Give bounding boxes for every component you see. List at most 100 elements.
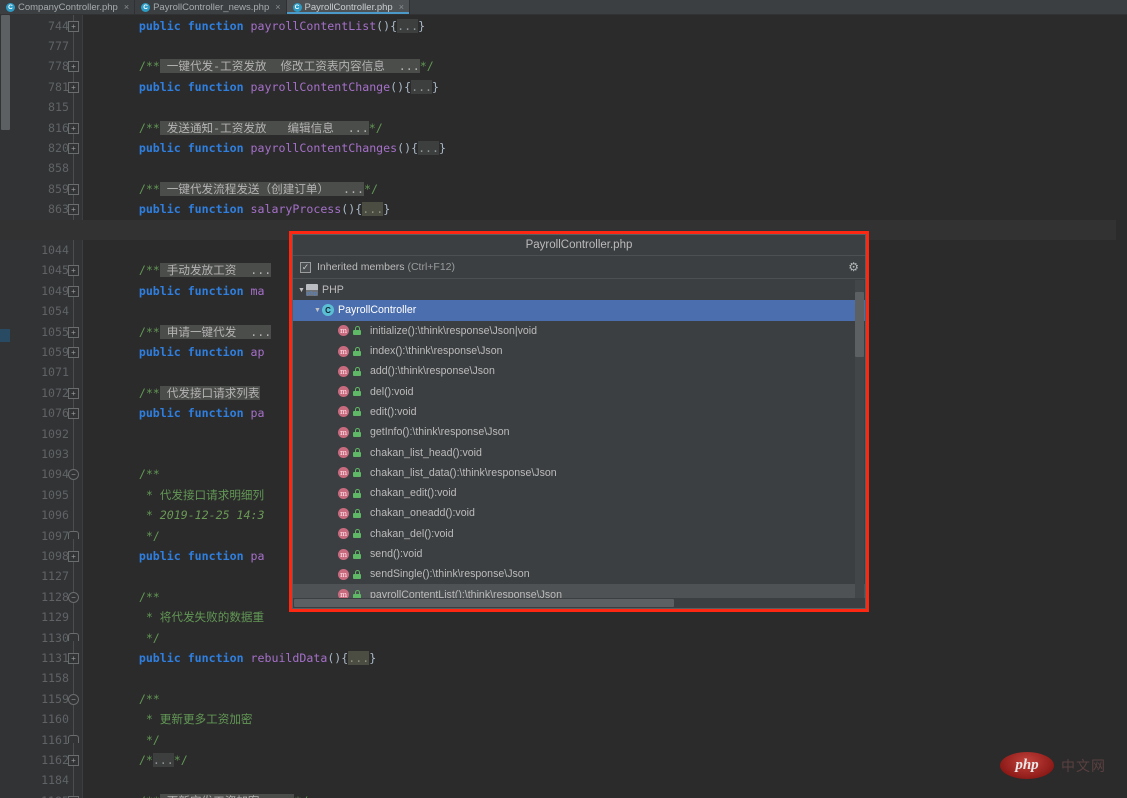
line-number: 1127 <box>41 569 69 584</box>
code-token: ma <box>250 283 265 298</box>
fold-expand-marker[interactable]: + <box>68 142 79 154</box>
fold-expand-marker[interactable]: + <box>68 754 79 766</box>
structure-tree-row-8[interactable]: m chakan_list_head():void <box>293 442 865 462</box>
method-icon: m <box>338 589 349 598</box>
structure-tree-label: payrollContentList():\think\response\Jso… <box>370 588 562 598</box>
fold-collapse-marker[interactable] <box>68 734 79 743</box>
code-line[interactable]: /** <box>83 689 1127 709</box>
structure-tree-row-7[interactable]: m getInfo():\think\response\Json <box>293 422 865 442</box>
close-icon[interactable]: × <box>275 2 280 12</box>
code-token: (){ <box>341 202 363 217</box>
gear-icon[interactable]: ⚙ <box>848 261 859 273</box>
structure-tree-row-3[interactable]: m index():\think\response\Json <box>293 341 865 361</box>
structure-tree-row-5[interactable]: m del():void <box>293 381 865 401</box>
code-token: 申请一键代发 ... <box>159 324 272 339</box>
fold-expand-marker[interactable]: + <box>68 387 79 399</box>
gutter-overlay: 744 +777 778 +781 +815 816 +820 +858 859 +863 +104… <box>11 15 83 798</box>
editor-marker-strip[interactable] <box>0 15 11 798</box>
code-token: public function <box>138 344 251 359</box>
fold-expand-marker[interactable]: + <box>68 408 79 420</box>
editor-marker-tick[interactable] <box>0 329 10 342</box>
inherited-members-checkbox[interactable]: ✓ <box>300 261 311 273</box>
structure-tree-row-0[interactable]: ▼ PHP <box>293 280 865 300</box>
code-line[interactable]: * 将代发失败的数据重 <box>83 607 1127 627</box>
structure-tree-row-6[interactable]: m edit():void <box>293 402 865 422</box>
structure-tree-row-12[interactable]: m chakan_del():void <box>293 524 865 544</box>
fold-collapse-marker[interactable]: − <box>68 693 79 705</box>
line-number: 781 <box>48 79 69 94</box>
structure-tree-label: PayrollController <box>338 304 417 317</box>
code-line[interactable]: */ <box>83 628 1127 648</box>
code-token: /** <box>138 263 160 278</box>
fold-expand-marker[interactable]: + <box>68 61 79 73</box>
popup-vertical-scrollbar-thumb[interactable] <box>855 292 864 357</box>
structure-tree-row-11[interactable]: m chakan_oneadd():void <box>293 503 865 523</box>
inherited-members-label: Inherited members (Ctrl+F12) <box>317 261 455 273</box>
code-token: public function <box>138 406 251 421</box>
structure-tree-row-4[interactable]: m add():\think\response\Json <box>293 361 865 381</box>
code-line[interactable]: */ <box>83 730 1127 750</box>
fold-expand-marker[interactable]: + <box>68 204 79 216</box>
fold-expand-marker[interactable]: + <box>68 652 79 664</box>
fold-collapse-marker[interactable]: − <box>68 469 79 481</box>
code-line[interactable]: public function rebuildData(){...} <box>83 648 1127 668</box>
fold-expand-marker[interactable]: + <box>68 81 79 93</box>
fold-expand-marker[interactable]: + <box>68 183 79 195</box>
chevron-down-icon[interactable]: ▼ <box>313 307 322 314</box>
popup-horizontal-scrollbar-thumb[interactable] <box>294 599 674 607</box>
structure-tree-row-9[interactable]: m chakan_list_data():\think\response\Json <box>293 463 865 483</box>
fold-collapse-marker[interactable]: − <box>68 591 79 603</box>
code-line[interactable]: /** 一键代发-工资发放 修改工资表内容信息 ...*/ <box>83 56 1127 76</box>
fold-expand-marker[interactable]: + <box>68 346 79 358</box>
fold-expand-marker[interactable]: + <box>68 20 79 32</box>
code-token: } <box>369 650 377 665</box>
code-token: payrollContentChanges <box>250 140 398 155</box>
file-structure-popup[interactable]: PayrollController.php ✓ Inherited member… <box>292 234 866 609</box>
structure-tree-label: chakan_oneadd():void <box>370 507 475 520</box>
method-icon: m <box>338 365 349 377</box>
code-line[interactable]: public function payrollContentChange(){.… <box>83 77 1127 97</box>
code-token: public function <box>138 79 251 94</box>
fold-collapse-marker[interactable] <box>68 530 79 539</box>
code-token: payrollContentList <box>250 18 377 33</box>
close-icon[interactable]: × <box>399 2 404 12</box>
code-line[interactable]: * 更新更多工资加密 <box>83 709 1127 729</box>
fold-expand-marker[interactable]: + <box>68 285 79 297</box>
fold-expand-marker[interactable]: + <box>68 550 79 562</box>
editor-tab-1[interactable]: C PayrollController_news.php × <box>135 0 287 14</box>
editor-tab-0[interactable]: C CompanyController.php × <box>0 0 136 14</box>
structure-tree-row-13[interactable]: m send():void <box>293 544 865 564</box>
code-line[interactable]: public function salaryProcess(){...} <box>83 199 1127 219</box>
structure-tree[interactable]: ▼PHP▼CPayrollControllerminitialize():\th… <box>293 280 865 598</box>
code-line[interactable]: /** 一键代发流程发送（创建订单） ...*/ <box>83 179 1127 199</box>
close-icon[interactable]: × <box>124 2 129 12</box>
structure-tree-row-14[interactable]: m sendSingle():\think\response\Json <box>293 564 865 584</box>
code-token: ... <box>418 140 440 155</box>
public-visibility-icon <box>353 326 361 336</box>
code-line[interactable]: public function payrollContentList(){...… <box>83 16 1127 36</box>
code-line[interactable]: /*...*/ <box>83 750 1127 770</box>
editor-tab-2[interactable]: C PayrollController.php × <box>286 0 410 14</box>
code-line[interactable]: public function payrollContentChanges(){… <box>83 138 1127 158</box>
fold-expand-marker[interactable]: + <box>68 122 79 134</box>
fold-collapse-marker[interactable] <box>68 632 79 641</box>
code-token: */ <box>83 528 160 543</box>
structure-tree-label: chakan_del():void <box>370 527 454 540</box>
structure-tree-row-2[interactable]: m initialize():\think\response\Json|void <box>293 321 865 341</box>
fold-expand-marker[interactable]: + <box>68 326 79 338</box>
structure-tree-row-10[interactable]: m chakan_edit():void <box>293 483 865 503</box>
code-line[interactable]: /** 发送通知-工资发放 编辑信息 ...*/ <box>83 118 1127 138</box>
fold-expand-marker[interactable]: + <box>68 265 79 277</box>
editor-vertical-scrollbar-thumb[interactable] <box>1 15 10 130</box>
structure-tree-row-15[interactable]: m payrollContentList():\think\response\Js… <box>293 584 865 598</box>
code-token: public function <box>138 283 251 298</box>
structure-tree-row-1[interactable]: ▼ C PayrollController <box>293 300 865 321</box>
chevron-down-icon[interactable]: ▼ <box>297 287 306 294</box>
editor-tab-label: PayrollController.php <box>304 1 393 13</box>
code-line[interactable]: /** 更新实发工资加密 ...*/ <box>83 791 1127 798</box>
